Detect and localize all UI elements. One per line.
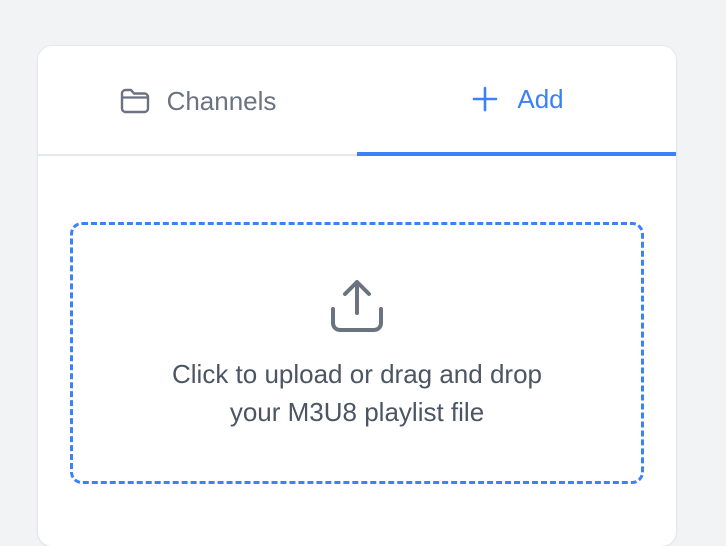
upload-instructions: Click to upload or drag and drop your M3… (117, 355, 597, 431)
playlist-card: Channels Add Click to upload or drag and… (38, 46, 676, 546)
tab-bar: Channels Add (38, 46, 676, 156)
tab-add[interactable]: Add (357, 46, 676, 156)
tab-add-label: Add (517, 84, 564, 114)
upload-line-1: Click to upload or drag and drop (171, 359, 542, 389)
file-dropzone[interactable]: Click to upload or drag and drop your M3… (70, 222, 644, 484)
tab-channels-label: Channels (166, 86, 277, 116)
tab-channels[interactable]: Channels (38, 46, 357, 154)
folder-icon (119, 85, 151, 117)
upload-line-2: your M3U8 playlist file (229, 397, 485, 427)
plus-icon (469, 83, 501, 115)
upload-icon (331, 280, 383, 332)
